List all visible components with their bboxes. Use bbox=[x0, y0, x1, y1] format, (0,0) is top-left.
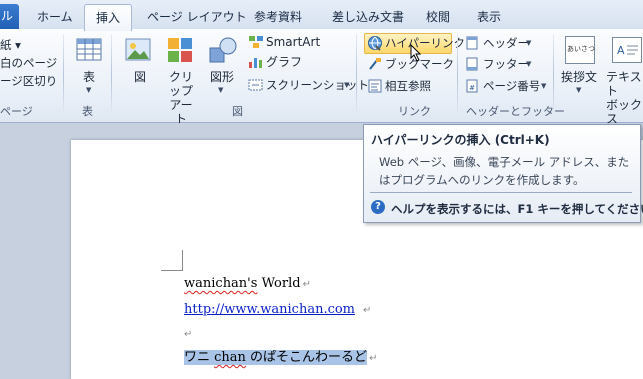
greeting-button[interactable]: 挨拶文 bbox=[561, 70, 597, 84]
paragraph-mark: ↵ bbox=[184, 329, 193, 340]
group-label-pages: ページ bbox=[0, 105, 33, 118]
tab-home[interactable]: ホーム bbox=[37, 7, 73, 29]
group-separator bbox=[356, 34, 357, 118]
paragraph-mark: ↵ bbox=[369, 353, 378, 364]
clipart-icon[interactable] bbox=[166, 36, 194, 67]
ribbon-tab-bar: ル ホーム 挿入 ページ レイアウト 参考資料 差し込み文書 校閲 表示 bbox=[0, 0, 643, 31]
title-text: World bbox=[257, 276, 301, 291]
chevron-down-icon: ▼ bbox=[541, 82, 547, 90]
chevron-down-icon: ▼ bbox=[576, 86, 582, 94]
mouse-cursor-icon bbox=[410, 43, 422, 65]
screenshot-icon bbox=[248, 78, 264, 95]
greeting-icon[interactable]: あいさつ bbox=[565, 36, 595, 64]
picture-icon[interactable] bbox=[124, 36, 152, 67]
clipart-button[interactable]: クリップ アート bbox=[164, 70, 198, 126]
footer-button[interactable]: フッター bbox=[483, 57, 529, 71]
chevron-down-icon: ▼ bbox=[344, 81, 350, 89]
chart-icon bbox=[248, 55, 264, 72]
tab-references[interactable]: 参考資料 bbox=[254, 7, 302, 29]
hyperlink-label: ハイパーリンク bbox=[385, 36, 466, 50]
document-line-selected[interactable]: ワニ chan のぱそこんわーるど ↵ bbox=[184, 346, 377, 365]
group-separator bbox=[457, 34, 458, 118]
textbox-button[interactable]: テキスト ボックス bbox=[606, 70, 643, 126]
tooltip-title: ハイパーリンクの挿入 (Ctrl+K) bbox=[371, 133, 550, 147]
shapes-button[interactable]: 図形 bbox=[210, 70, 234, 84]
table-icon[interactable] bbox=[76, 37, 102, 66]
cover-page-button[interactable]: 紙 ▾ bbox=[0, 38, 21, 52]
group-separator bbox=[63, 34, 64, 118]
tooltip-help-text: ヘルプを表示するには、F1 キーを押してください。 bbox=[391, 202, 643, 216]
page-number-icon: # bbox=[466, 79, 478, 96]
group-label-header-footer: ヘッダーとフッター bbox=[466, 105, 565, 118]
group-separator bbox=[553, 34, 554, 118]
paragraph-mark: ↵ bbox=[363, 305, 372, 316]
svg-text:#: # bbox=[469, 84, 475, 92]
tab-review[interactable]: 校閲 bbox=[426, 7, 450, 29]
hyperlink-icon bbox=[367, 35, 383, 54]
group-label-illustrations: 図 bbox=[232, 105, 243, 118]
chevron-down-icon: ▼ bbox=[86, 86, 92, 94]
smartart-icon bbox=[248, 35, 264, 52]
cross-reference-icon bbox=[368, 79, 382, 96]
group-label-table: 表 bbox=[82, 105, 93, 118]
shapes-icon[interactable] bbox=[208, 36, 238, 67]
misspelled-word[interactable]: wanichan's bbox=[184, 276, 257, 291]
document-line-link[interactable]: http://www.wanichan.com ↵ bbox=[184, 302, 371, 317]
selected-text-part: ワニ bbox=[184, 350, 215, 365]
chart-button[interactable]: グラフ bbox=[266, 55, 302, 69]
selected-text[interactable]: ワニ chan のぱそこんわーるど bbox=[184, 350, 368, 365]
smartart-button[interactable]: SmartArt bbox=[266, 35, 320, 49]
tab-file[interactable]: ル bbox=[0, 4, 19, 29]
header-button[interactable]: ヘッダー bbox=[483, 36, 529, 50]
help-icon: ? bbox=[371, 200, 385, 214]
chevron-down-icon: ▼ bbox=[218, 86, 224, 94]
document-line-empty[interactable]: ↵ bbox=[184, 326, 192, 341]
paragraph-mark: ↵ bbox=[302, 279, 311, 290]
group-separator bbox=[111, 34, 112, 118]
footer-icon bbox=[466, 57, 478, 74]
picture-button[interactable]: 図 bbox=[134, 70, 146, 84]
blank-page-button[interactable]: 白のページ bbox=[0, 56, 57, 70]
chevron-down-icon: ▼ bbox=[526, 60, 532, 68]
cross-reference-button[interactable]: 相互参照 bbox=[385, 79, 431, 93]
bookmark-icon bbox=[368, 57, 382, 74]
header-icon bbox=[466, 36, 478, 53]
margin-corner-mark bbox=[161, 250, 183, 271]
tab-mailings[interactable]: 差し込み文書 bbox=[332, 7, 404, 29]
textbox-icon[interactable]: A bbox=[612, 37, 642, 63]
selected-text-part: のぱそこんわーるど bbox=[245, 350, 368, 365]
tab-page-layout[interactable]: ページ レイアウト bbox=[147, 7, 247, 29]
tooltip-divider bbox=[370, 192, 632, 193]
tooltip-description: Web ページ、画像、電子メール アドレス、またはプログラムへのリンクを作成しま… bbox=[379, 155, 630, 187]
group-label-links: リンク bbox=[398, 105, 431, 118]
tab-view[interactable]: 表示 bbox=[477, 7, 501, 29]
svg-text:A: A bbox=[617, 44, 625, 57]
document-line-title[interactable]: wanichan's World ↵ bbox=[184, 276, 311, 291]
page-number-button[interactable]: ページ番号 bbox=[483, 79, 540, 93]
chevron-down-icon: ▼ bbox=[526, 39, 532, 47]
hyperlink-tooltip: ハイパーリンクの挿入 (Ctrl+K) Web ページ、画像、電子メール アドレ… bbox=[363, 124, 643, 223]
document-hyperlink[interactable]: http://www.wanichan.com bbox=[184, 302, 355, 317]
misspelled-word[interactable]: chan bbox=[214, 350, 246, 365]
greeting-icon-text: あいさつ bbox=[567, 45, 595, 53]
page-break-button[interactable]: ージ区切り bbox=[0, 74, 57, 88]
screenshot-button[interactable]: スクリーンショット bbox=[266, 78, 369, 92]
tab-insert[interactable]: 挿入 bbox=[84, 4, 132, 31]
table-button[interactable]: 表 bbox=[83, 70, 95, 84]
